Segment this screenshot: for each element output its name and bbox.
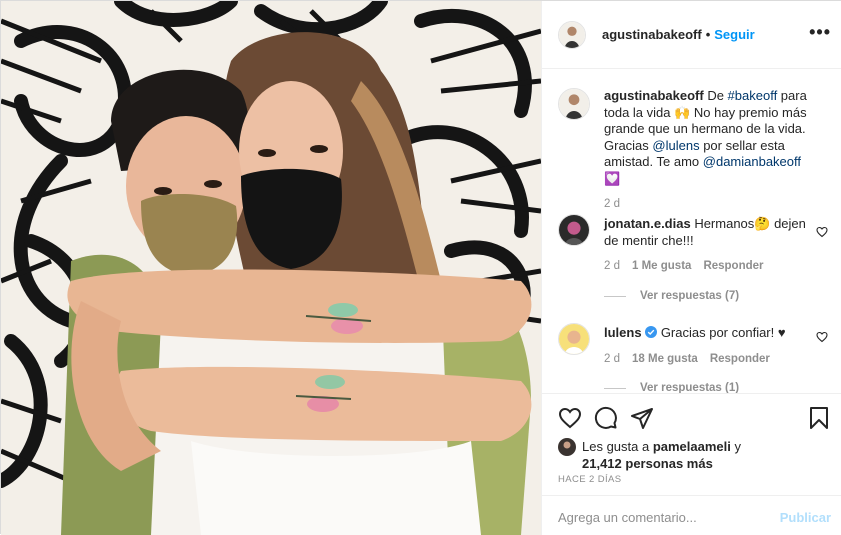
view-replies-label[interactable]: Ver respuestas (1) [640, 382, 739, 393]
mention-link-damianbakeoff[interactable]: @damianbakeoff [703, 154, 801, 169]
author-avatar[interactable] [558, 20, 586, 49]
reply-button[interactable]: Responder [703, 260, 763, 272]
comment-time[interactable]: 2 d [604, 260, 620, 272]
post-photo[interactable] [1, 1, 541, 535]
comment-text: lulens Gracias por confiar! ♥ [604, 325, 814, 342]
commenter-username[interactable]: lulens [604, 325, 642, 340]
publish-button[interactable]: Publicar [780, 510, 831, 525]
commenter-avatar[interactable] [558, 214, 590, 246]
profile-avatar-icon [559, 324, 589, 354]
like-comment-heart-icon[interactable] [816, 331, 828, 343]
view-replies[interactable]: Ver respuestas (7) [604, 290, 739, 302]
post-time-ago[interactable]: HACE 2 DÍAS [558, 474, 622, 485]
comment-likes[interactable]: 1 Me gusta [632, 260, 691, 272]
caption-author-avatar[interactable] [558, 88, 590, 120]
liker-username[interactable]: pamelaameli [653, 439, 731, 454]
replies-line [604, 295, 626, 297]
caption-part1: De [707, 88, 728, 103]
caption-text: agustinabakeoff De #bakeoff para toda la… [604, 88, 814, 187]
comment-input[interactable] [558, 508, 768, 526]
profile-avatar-icon [559, 21, 585, 48]
view-replies-label[interactable]: Ver respuestas (7) [640, 290, 739, 302]
caption-meta: 2 d [604, 198, 620, 210]
heart-icon[interactable] [558, 406, 582, 430]
likes-count[interactable]: 21,412 personas más [582, 456, 713, 471]
comment-text: jonatan.e.dias Hermanos🤔 dejen de mentir… [604, 216, 814, 249]
follow-button[interactable]: Seguir [714, 27, 754, 42]
bookmark-icon[interactable] [807, 406, 831, 430]
replies-line [604, 387, 626, 389]
mention-link-lulens[interactable]: @lulens [652, 138, 699, 153]
likes-suffix: y [730, 439, 741, 454]
add-comment-bar: Publicar [542, 495, 841, 535]
heart-emoji: 💟 [604, 170, 621, 186]
comment-likes[interactable]: 18 Me gusta [632, 353, 698, 365]
instagram-post-modal: agustinabakeoff • Seguir ••• agustinabak… [0, 0, 841, 535]
profile-avatar-icon [559, 215, 589, 245]
separator-dot: • [705, 27, 711, 42]
comments-list[interactable]: agustinabakeoff De #bakeoff para toda la… [542, 70, 841, 393]
action-icons-row [558, 406, 831, 432]
like-comment-heart-icon[interactable] [816, 226, 828, 238]
post-side-panel: agustinabakeoff • Seguir ••• agustinabak… [541, 1, 841, 535]
comment-meta: 2 d 18 Me gusta Responder [604, 353, 770, 365]
comment-body: Gracias por confiar! ♥ [657, 325, 786, 340]
commenter-username[interactable]: jonatan.e.dias [604, 216, 691, 231]
liker-avatar[interactable] [558, 438, 576, 456]
verified-badge-icon [645, 326, 658, 338]
more-options-icon[interactable]: ••• [809, 23, 831, 41]
comment-time[interactable]: 2 d [604, 353, 620, 365]
commenter-avatar[interactable] [558, 323, 590, 355]
comment-meta: 2 d 1 Me gusta Responder [604, 260, 764, 272]
hashtag-link[interactable]: #bakeoff [728, 88, 778, 103]
profile-avatar-icon [558, 438, 576, 456]
share-icon[interactable] [630, 406, 654, 430]
comment-icon[interactable] [594, 406, 618, 430]
post-header: agustinabakeoff • Seguir ••• [542, 1, 841, 69]
caption-time[interactable]: 2 d [604, 198, 620, 210]
likes-text: Les gusta a pamelaameli y 21,412 persona… [582, 438, 822, 472]
likes-prefix: Les gusta a [582, 439, 653, 454]
post-image-illustration [1, 1, 541, 535]
profile-avatar-icon [559, 89, 589, 119]
view-replies[interactable]: Ver respuestas (1) [604, 382, 739, 393]
caption-username[interactable]: agustinabakeoff [604, 88, 704, 103]
reply-button[interactable]: Responder [710, 353, 770, 365]
author-username[interactable]: agustinabakeoff [602, 27, 702, 42]
